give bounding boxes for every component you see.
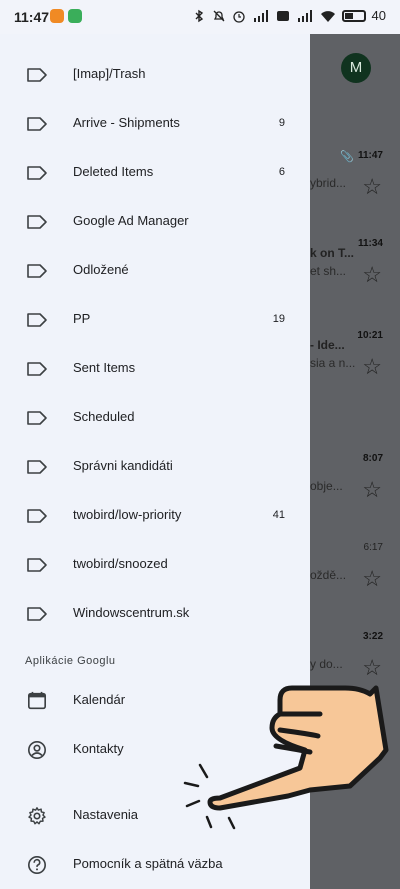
email-snippet: oždě... xyxy=(310,568,347,582)
signal-4g-icon xyxy=(253,9,268,22)
drawer-item-label[interactable]: Scheduled xyxy=(0,394,310,442)
email-subject: - Ide... xyxy=(310,338,345,352)
alarm-icon xyxy=(232,10,245,23)
mute-bell-icon xyxy=(213,10,224,21)
drawer-item-label[interactable]: Sent Items xyxy=(0,345,310,393)
help-icon xyxy=(28,856,46,874)
drawer-item-label[interactable]: PP 19 xyxy=(0,296,310,344)
drawer-item-text: twobird/low-priority xyxy=(73,507,182,522)
notification-app-icon xyxy=(50,9,64,23)
pointing-hand-icon xyxy=(183,685,389,830)
email-row[interactable]: 8:07 objе... ☆ xyxy=(310,453,400,513)
drawer-item-label[interactable]: Správni kandidáti xyxy=(0,443,310,491)
drawer-item-text: Google Ad Manager xyxy=(73,213,189,228)
drawer-item-text: Sent Items xyxy=(73,360,136,375)
drawer-item-help[interactable]: Pomocník a spätná väzba xyxy=(0,841,310,889)
drawer-item-label[interactable]: Windowscentrum.sk xyxy=(0,590,310,638)
drawer-item-text: Odložené xyxy=(73,262,129,277)
battery-level: 40 xyxy=(371,8,386,23)
drawer-item-label[interactable]: Odložené xyxy=(0,247,310,295)
email-time: 11:47 xyxy=(357,150,383,161)
battery-icon xyxy=(341,9,366,22)
email-snippet: y do... xyxy=(310,657,343,671)
drawer-item-label[interactable]: Google Ad Manager xyxy=(0,198,310,246)
email-snippet: et sh... xyxy=(310,264,347,278)
drawer-item-label[interactable]: Arrive - Shipments 9 xyxy=(0,100,310,148)
settings-label: Nastavenia xyxy=(73,807,139,822)
status-bar: 11:47 40 xyxy=(0,0,400,34)
email-time: 10:21 xyxy=(357,330,383,341)
label-tag-icon xyxy=(27,68,47,82)
label-tag-icon xyxy=(27,460,47,474)
hd-icon xyxy=(276,10,289,21)
signal-icon xyxy=(297,9,312,22)
drawer-item-label[interactable]: [Imap]/Trash xyxy=(0,51,310,99)
unread-count: 9 xyxy=(278,117,285,129)
email-time: 8:07 xyxy=(362,453,383,464)
email-time: 3:22 xyxy=(362,631,383,642)
drawer-item-text: PP xyxy=(73,311,91,326)
drawer-item-text: Windowscentrum.sk xyxy=(73,605,190,620)
unread-count: 19 xyxy=(272,313,285,325)
label-tag-icon xyxy=(27,264,47,278)
wifi-icon xyxy=(320,10,335,22)
bluetooth-icon xyxy=(195,9,203,22)
star-icon[interactable]: ☆ xyxy=(362,477,382,503)
drawer-item-text: Kontakty xyxy=(73,741,124,756)
star-icon[interactable]: ☆ xyxy=(362,262,382,288)
email-row[interactable]: 11:47 📎 ybrid... ☆ xyxy=(310,150,400,210)
email-snippet: ybrid... xyxy=(310,176,347,190)
label-tag-icon xyxy=(27,166,47,180)
drawer-item-text: Deleted Items xyxy=(73,164,154,179)
star-icon[interactable]: ☆ xyxy=(362,655,382,681)
drawer-item-text: Kalendár xyxy=(73,692,126,707)
email-row[interactable]: 10:21 - Ide... sia a n... ☆ xyxy=(310,330,400,390)
unread-count: 41 xyxy=(272,509,285,521)
drawer-item-text: [Imap]/Trash xyxy=(73,66,146,81)
drawer-item-label[interactable]: Deleted Items 6 xyxy=(0,149,310,197)
email-row[interactable]: 6:17 oždě... ☆ xyxy=(310,542,400,602)
label-tag-icon xyxy=(27,607,47,621)
star-icon[interactable]: ☆ xyxy=(362,174,382,200)
label-tag-icon xyxy=(27,509,47,523)
contacts-icon xyxy=(28,741,46,759)
unread-count: 6 xyxy=(278,166,285,178)
gear-icon xyxy=(28,807,46,825)
attachment-icon: 📎 xyxy=(340,151,354,163)
drawer-item-label[interactable]: twobird/low-priority 41 xyxy=(0,492,310,540)
label-tag-icon xyxy=(27,313,47,327)
label-tag-icon xyxy=(27,117,47,131)
email-row[interactable]: 11:34 k on T... et sh... ☆ xyxy=(310,238,400,298)
label-tag-icon xyxy=(27,362,47,376)
notification-app-icon-2 xyxy=(68,9,82,23)
drawer-item-text: Správni kandidáti xyxy=(73,458,173,473)
drawer-item-text: Scheduled xyxy=(73,409,135,424)
status-time: 11:47 xyxy=(14,9,50,25)
drawer-item-text: Arrive - Shipments xyxy=(73,115,180,130)
label-tag-icon xyxy=(27,558,47,572)
help-label: Pomocník a spätná väzba xyxy=(73,856,223,871)
email-time: 6:17 xyxy=(363,542,383,553)
avatar[interactable]: M xyxy=(341,53,371,83)
calendar-icon xyxy=(28,691,46,710)
email-snippet: sia a n... xyxy=(310,356,356,370)
email-subject: k on T... xyxy=(310,246,355,260)
email-snippet: objе... xyxy=(310,479,343,493)
section-header-google-apps: Aplikácie Googlu xyxy=(25,655,116,667)
email-time: 11:34 xyxy=(357,238,383,249)
status-icons: 40 xyxy=(192,8,386,23)
star-icon[interactable]: ☆ xyxy=(362,354,382,380)
label-tag-icon xyxy=(27,411,47,425)
label-tag-icon xyxy=(27,215,47,229)
drawer-item-label[interactable]: twobird/snoozed xyxy=(0,541,310,589)
star-icon[interactable]: ☆ xyxy=(362,566,382,592)
drawer-item-text: twobird/snoozed xyxy=(73,556,168,571)
